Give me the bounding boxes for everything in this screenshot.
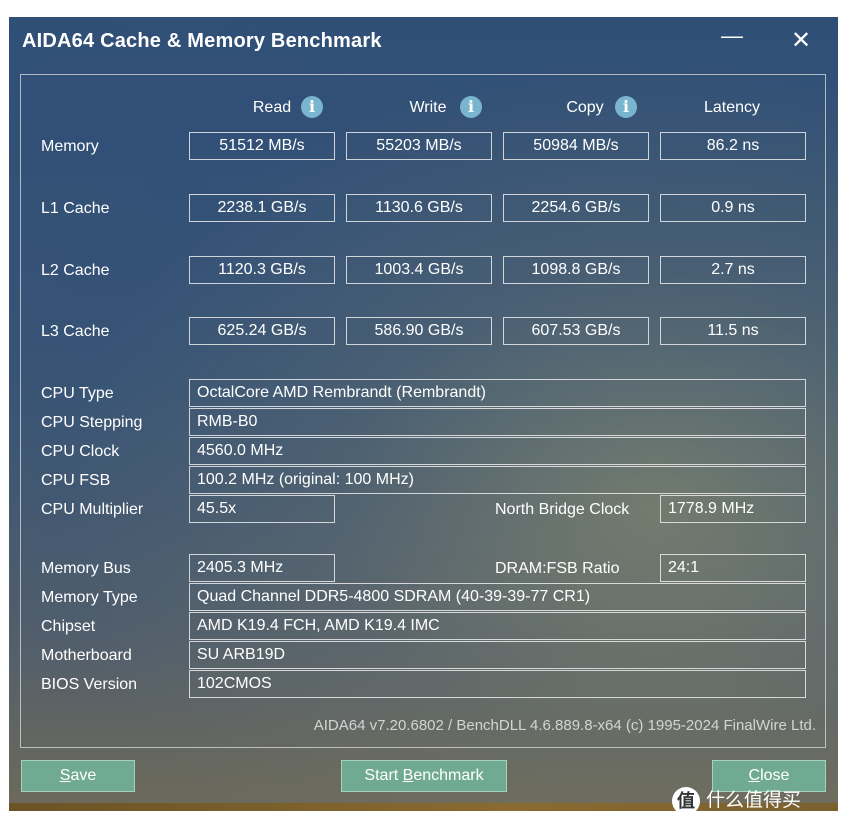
north-bridge-clock-label: North Bridge Clock <box>495 501 630 518</box>
dram-fsb-ratio-label: DRAM:FSB Ratio <box>495 560 620 577</box>
row-label-l3-cache: L3 Cache <box>41 323 110 340</box>
l1-write-value: 1130.6 GB/s <box>346 194 492 222</box>
version-credit: AIDA64 v7.20.6802 / BenchDLL 4.6.889.8-x… <box>313 717 816 734</box>
l2-read-value: 1120.3 GB/s <box>189 256 335 284</box>
start-benchmark-button[interactable]: Start Benchmark <box>341 760 507 792</box>
l3-write-value: 586.90 GB/s <box>346 317 492 345</box>
start-benchmark-label-rest: enchmark <box>413 767 484 784</box>
row-label-memory: Memory <box>41 138 99 155</box>
l3-latency-value: 11.5 ns <box>660 317 806 345</box>
l2-copy-value: 1098.8 GB/s <box>503 256 649 284</box>
write-info-icon[interactable]: i <box>460 96 482 118</box>
bios-version-value: 102CMOS <box>189 670 806 698</box>
memory-type-value: Quad Channel DDR5-4800 SDRAM (40-39-39-7… <box>189 583 806 611</box>
close-mnemonic: C <box>748 767 761 784</box>
save-mnemonic: S <box>59 767 71 784</box>
motherboard-label: Motherboard <box>41 647 132 664</box>
cpu-stepping-label: CPU Stepping <box>41 414 143 431</box>
l1-copy-value: 2254.6 GB/s <box>503 194 649 222</box>
watermark-text: 什么值得买 <box>706 790 802 811</box>
close-window-button[interactable]: ✕ <box>791 26 811 55</box>
memory-type-label: Memory Type <box>41 589 138 606</box>
watermark-logo-icon: 值 <box>672 786 700 815</box>
cpu-stepping-value: RMB-B0 <box>189 408 806 436</box>
memory-bus-value: 2405.3 MHz <box>189 554 335 582</box>
chipset-label: Chipset <box>41 618 96 635</box>
results-panel: Read i Write i Copy i Latency Memory 515… <box>20 74 826 748</box>
l3-read-value: 625.24 GB/s <box>189 317 335 345</box>
window-title: AIDA64 Cache & Memory Benchmark <box>22 30 382 52</box>
column-header-latency: Latency <box>703 99 761 116</box>
minimize-button[interactable]: — <box>721 23 743 49</box>
l1-latency-value: 0.9 ns <box>660 194 806 222</box>
start-benchmark-label-pre: Start <box>364 767 403 784</box>
l2-latency-value: 2.7 ns <box>660 256 806 284</box>
cpu-type-label: CPU Type <box>41 385 114 402</box>
chipset-value: AMD K19.4 FCH, AMD K19.4 IMC <box>189 612 806 640</box>
motherboard-value: SU ARB19D <box>189 641 806 669</box>
cpu-type-value: OctalCore AMD Rembrandt (Rembrandt) <box>189 379 806 407</box>
read-info-icon[interactable]: i <box>301 96 323 118</box>
save-label: ave <box>70 767 97 784</box>
dram-fsb-ratio-value: 24:1 <box>660 554 806 582</box>
row-label-l2-cache: L2 Cache <box>41 262 110 279</box>
bios-version-label: BIOS Version <box>41 676 138 693</box>
site-watermark: 值什么值得买 <box>672 783 842 819</box>
cpu-clock-value: 4560.0 MHz <box>189 437 806 465</box>
cpu-fsb-label: CPU FSB <box>41 472 111 489</box>
cpu-multiplier-value: 45.5x <box>189 495 335 523</box>
north-bridge-clock-value: 1778.9 MHz <box>660 495 806 523</box>
l1-read-value: 2238.1 GB/s <box>189 194 335 222</box>
save-button[interactable]: Save <box>21 760 135 792</box>
l2-write-value: 1003.4 GB/s <box>346 256 492 284</box>
start-benchmark-mnemonic: B <box>402 767 414 784</box>
l3-copy-value: 607.53 GB/s <box>503 317 649 345</box>
cpu-fsb-value: 100.2 MHz (original: 100 MHz) <box>189 466 806 494</box>
cpu-multiplier-label: CPU Multiplier <box>41 501 144 518</box>
memory-latency-value: 86.2 ns <box>660 132 806 160</box>
copy-info-icon[interactable]: i <box>615 96 637 118</box>
memory-copy-value: 50984 MB/s <box>503 132 649 160</box>
benchmark-window: AIDA64 Cache & Memory Benchmark — ✕ Read… <box>9 17 838 811</box>
memory-write-value: 55203 MB/s <box>346 132 492 160</box>
row-label-l1-cache: L1 Cache <box>41 200 110 217</box>
close-label: lose <box>760 767 790 784</box>
memory-bus-label: Memory Bus <box>41 560 131 577</box>
cpu-clock-label: CPU Clock <box>41 443 120 460</box>
memory-read-value: 51512 MB/s <box>189 132 335 160</box>
